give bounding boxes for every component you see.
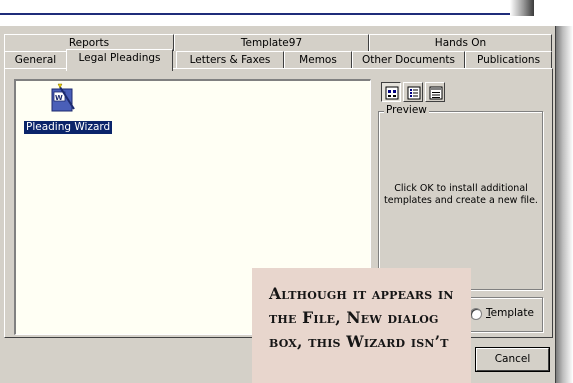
tab-other-documents[interactable]: Other Documents — [352, 51, 465, 68]
preview-message: Click OK to install additional templates… — [384, 183, 538, 206]
callout-box: Although it appears in the File, New dia… — [252, 268, 471, 383]
tab-memos[interactable]: Memos — [284, 51, 352, 68]
list-view-icon — [407, 86, 421, 100]
cancel-button[interactable]: Cancel — [476, 348, 549, 371]
template-radio-label[interactable]: Template — [486, 307, 534, 320]
svg-text:W: W — [55, 94, 63, 102]
template-label-rest: emplate — [490, 307, 534, 319]
title-bar-edge — [0, 13, 534, 15]
preview-label: Preview — [384, 104, 429, 117]
dialog-shadow — [556, 26, 573, 383]
details-view-button[interactable] — [425, 82, 445, 102]
tab-general[interactable]: General — [4, 51, 67, 68]
large-icons-view-icon — [385, 86, 399, 100]
details-view-icon — [429, 86, 443, 100]
tab-template97[interactable]: Template97 — [174, 34, 369, 51]
word-wizard-icon: W — [51, 83, 75, 112]
page-shadow — [510, 0, 534, 16]
tab-letters-faxes[interactable]: Letters & Faxes — [176, 51, 284, 68]
tab-hands-on[interactable]: Hands On — [369, 34, 552, 51]
list-view-button[interactable] — [403, 82, 423, 102]
file-item-pleading-wizard[interactable]: W Pleading Wizard — [20, 83, 113, 143]
file-label[interactable]: Pleading Wizard — [24, 121, 113, 134]
tab-publications[interactable]: Publications — [465, 51, 552, 68]
top-strip — [0, 0, 573, 26]
large-icons-view-button[interactable] — [381, 82, 401, 102]
template-radio[interactable] — [470, 308, 482, 320]
callout-text: Although it appears in the File, New dia… — [269, 284, 454, 351]
tab-legal-pleadings[interactable]: Legal Pleadings — [66, 49, 173, 71]
